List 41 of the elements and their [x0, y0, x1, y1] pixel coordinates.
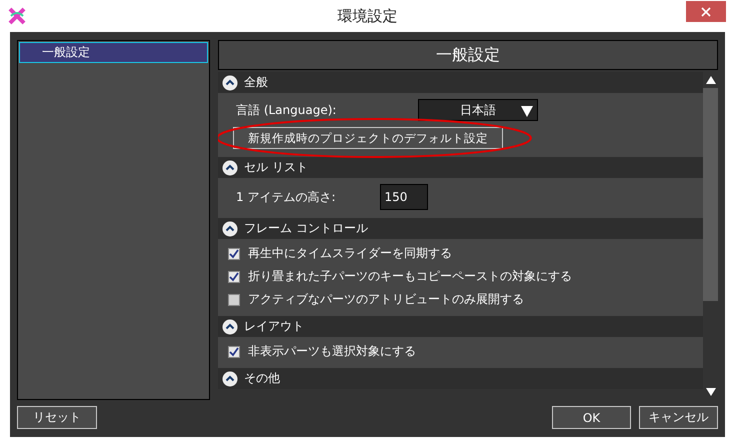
collapse-icon[interactable] [222, 74, 238, 90]
section-header[interactable]: 全般 [218, 72, 703, 93]
checkbox-label: 折り畳まれた子パーツのキーもコピーペーストの対象にする [248, 268, 572, 285]
section-header[interactable]: レイアウト [218, 316, 703, 337]
close-button[interactable] [686, 1, 726, 22]
ok-button[interactable]: OK [552, 406, 631, 429]
section-title: レイアウト [244, 318, 304, 335]
section-header[interactable]: フレーム コントロール [218, 218, 703, 239]
scroll-down-icon[interactable] [706, 388, 716, 396]
section-title: 全般 [244, 74, 268, 91]
section-title: その他 [244, 370, 280, 387]
checkbox-label: 非表示パーツも選択対象にする [248, 343, 416, 360]
item-height-field[interactable]: 150 [380, 184, 428, 210]
close-icon [701, 6, 711, 16]
checkbox[interactable] [228, 248, 240, 260]
item-height-label: 1 アイテムの高さ: [236, 188, 336, 206]
section-title: フレーム コントロール [244, 220, 368, 237]
checkbox[interactable] [228, 346, 240, 358]
default-settings-button[interactable]: 新規作成時のプロジェクトのデフォルト設定 [233, 127, 503, 149]
caret-icon [521, 105, 533, 117]
panel-title: 一般設定 [218, 40, 718, 70]
cancel-button[interactable]: キャンセル [639, 406, 718, 429]
checkbox-label: 再生中にタイムスライダーを同期する [248, 245, 452, 262]
section-title: セル リスト [244, 159, 308, 176]
language-dropdown[interactable]: 日本語 [418, 99, 538, 121]
collapse-icon[interactable] [222, 160, 238, 176]
reset-button[interactable]: リセット [17, 406, 97, 429]
checkbox-label: アクティブなパーツのアトリビュートのみ展開する [248, 291, 524, 308]
collapse-icon[interactable] [222, 220, 238, 236]
language-label: 言語 (Language): [236, 102, 338, 118]
app-logo-icon [8, 7, 26, 25]
scroll-thumb[interactable] [703, 88, 718, 302]
section-header[interactable]: その他 [218, 368, 703, 389]
collapse-icon[interactable] [222, 318, 238, 334]
window-title: 環境設定 [338, 6, 398, 24]
checkbox[interactable] [228, 294, 240, 306]
scroll-up-icon[interactable] [706, 76, 716, 84]
checkbox[interactable] [228, 270, 240, 282]
section-header[interactable]: セル リスト [218, 157, 703, 178]
sidebar-item[interactable]: 一般設定 [19, 42, 208, 63]
collapse-icon[interactable] [222, 370, 238, 386]
